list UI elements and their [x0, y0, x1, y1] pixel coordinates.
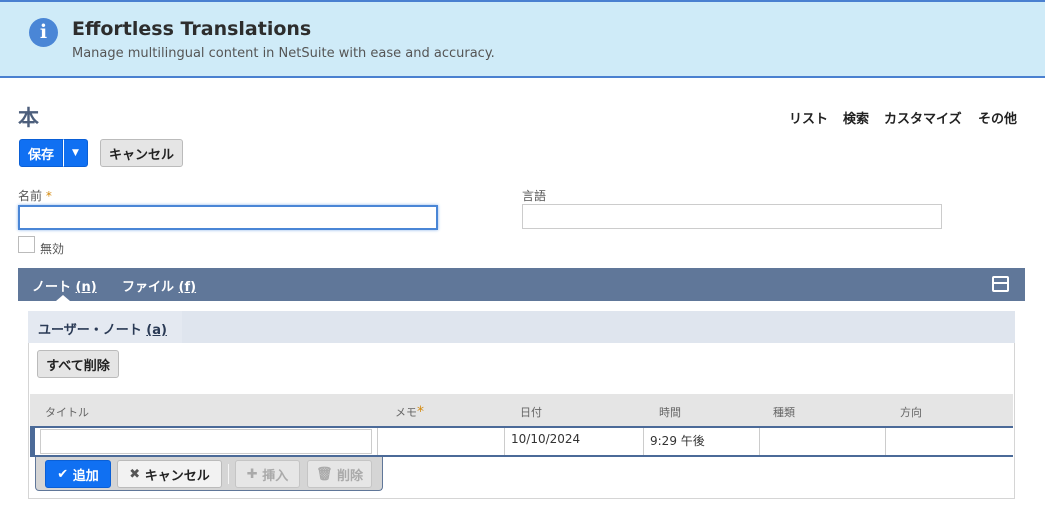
note-title-input[interactable] — [40, 429, 372, 454]
caret-down-icon: ▼ — [72, 148, 79, 158]
row-indicator — [30, 426, 35, 457]
remove-all-button[interactable]: すべて削除 — [37, 350, 119, 378]
inactive-checkbox[interactable] — [18, 236, 35, 253]
row-cancel-button[interactable]: ✖ キャンセル — [117, 460, 222, 488]
note-date-cell[interactable]: 10/10/2024 — [511, 432, 580, 446]
divider — [228, 464, 229, 484]
name-input[interactable] — [18, 205, 438, 230]
nav-search[interactable]: 検索 — [843, 108, 869, 127]
note-time-cell[interactable]: 9:29 午後 — [650, 432, 705, 449]
subtab-user-notes[interactable]: ユーザー・ノート (a) — [28, 311, 182, 343]
col-time: 時間 — [659, 406, 681, 419]
cancel-button[interactable]: キャンセル — [100, 139, 183, 167]
tab-files[interactable]: ファイル (f) — [122, 276, 196, 295]
add-button[interactable]: ✔ 追加 — [45, 460, 111, 488]
language-input[interactable] — [522, 204, 942, 229]
save-button[interactable]: 保存 — [19, 139, 63, 167]
col-direction: 方向 — [900, 406, 922, 419]
insert-button[interactable]: ✚ 挿入 — [235, 460, 300, 488]
col-title: タイトル — [45, 406, 89, 419]
col-type: 種類 — [773, 406, 795, 419]
col-memo: メモ* — [395, 404, 424, 420]
name-label: 名前 * — [18, 189, 52, 203]
nav-more[interactable]: その他 — [978, 108, 1017, 127]
page-title: 本 — [18, 106, 39, 130]
inactive-label: 無効 — [40, 242, 65, 256]
note-memo-cell[interactable] — [380, 432, 500, 452]
language-label: 言語 — [522, 189, 547, 203]
tab-notes[interactable]: ノート (n) — [32, 276, 97, 295]
banner-subtitle: Manage multilingual content in NetSuite … — [72, 46, 495, 61]
layout-toggle-icon[interactable] — [992, 276, 1009, 292]
info-banner: i Effortless Translations Manage multili… — [0, 0, 1045, 78]
nav-customize[interactable]: カスタマイズ — [884, 108, 962, 127]
info-icon: i — [29, 18, 58, 47]
save-dropdown-button[interactable]: ▼ — [63, 139, 88, 167]
trash-icon: 🗑 — [315, 466, 337, 482]
col-date: 日付 — [520, 406, 542, 419]
plus-icon: ✚ — [246, 466, 263, 482]
nav-list[interactable]: リスト — [789, 108, 828, 127]
active-tab-pointer — [56, 295, 70, 301]
remove-button[interactable]: 🗑 削除 — [307, 460, 372, 488]
check-icon: ✔ — [57, 466, 73, 482]
x-icon: ✖ — [129, 466, 145, 482]
banner-title: Effortless Translations — [72, 18, 312, 40]
